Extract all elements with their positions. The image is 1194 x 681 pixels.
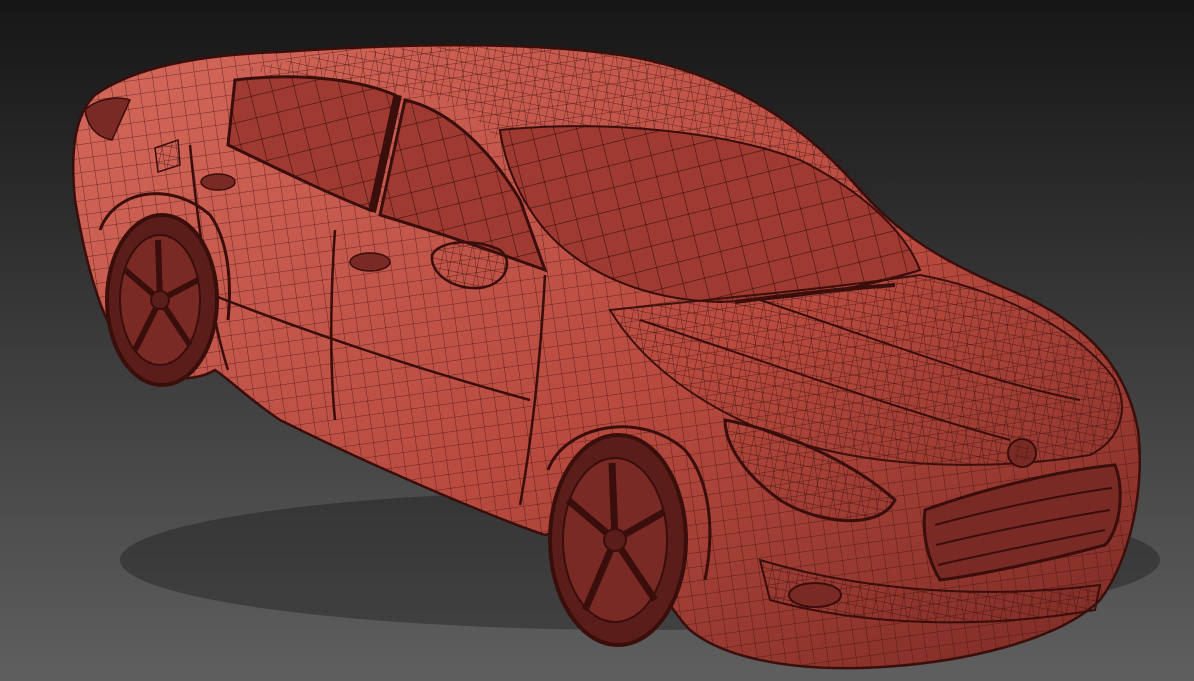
door-handle-rear (200, 173, 236, 191)
fog-light (788, 582, 842, 608)
door-handle-front (349, 252, 391, 272)
front-wheel (548, 433, 688, 647)
lion-emblem (1007, 438, 1037, 468)
car-wireframe-render (0, 0, 1194, 681)
3d-viewport[interactable] (0, 0, 1194, 681)
rear-wheel (105, 213, 219, 387)
